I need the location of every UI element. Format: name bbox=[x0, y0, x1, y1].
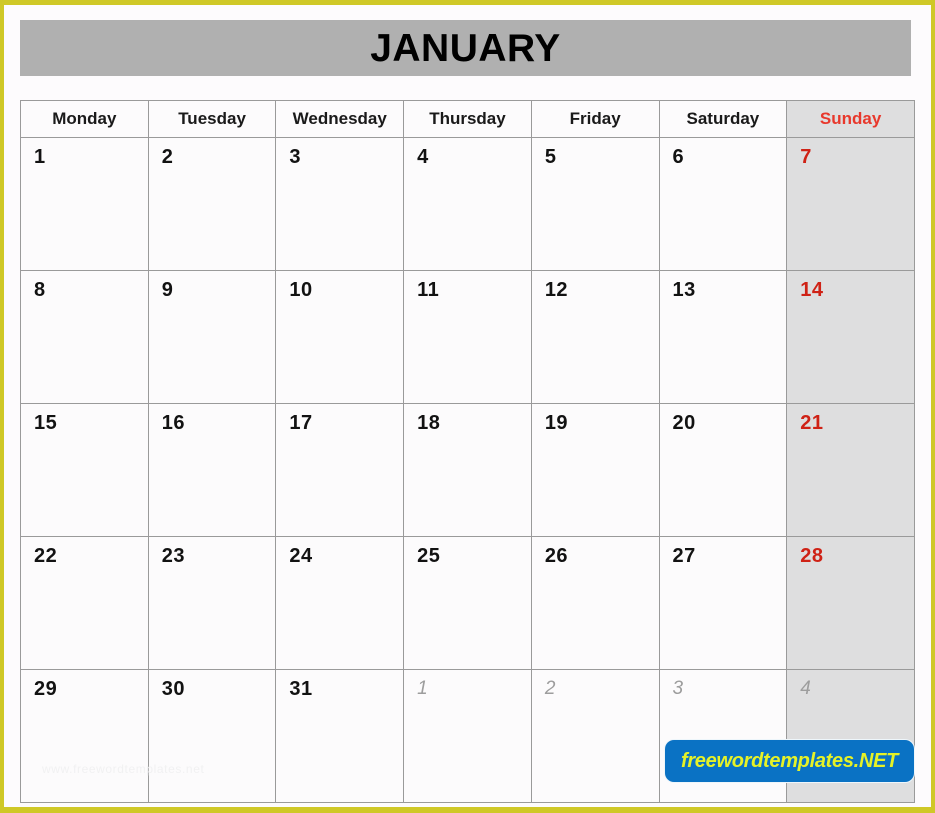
month-title-bar: JANUARY bbox=[20, 20, 911, 76]
calendar-day-cell[interactable]: 18 bbox=[403, 403, 532, 537]
calendar-day-cell[interactable]: 14 bbox=[786, 270, 915, 404]
day-number: 21 bbox=[800, 412, 824, 434]
day-number: 1 bbox=[34, 146, 46, 168]
day-number: 5 bbox=[544, 146, 557, 168]
day-number: 27 bbox=[672, 545, 696, 567]
calendar-day-cell[interactable]: 3 bbox=[658, 669, 788, 803]
calendar-day-cell[interactable]: 9 bbox=[147, 270, 277, 404]
calendar-day-cell[interactable]: 13 bbox=[658, 270, 788, 404]
day-number: 16 bbox=[161, 412, 185, 434]
calendar-day-cell[interactable]: 5 bbox=[530, 137, 660, 271]
day-number: 20 bbox=[672, 412, 696, 434]
calendar-day-cell[interactable]: 22 bbox=[20, 536, 149, 670]
calendar-day-cell[interactable]: 16 bbox=[147, 403, 277, 537]
day-number: 8 bbox=[34, 279, 46, 301]
day-number: 11 bbox=[417, 279, 440, 301]
day-number: 14 bbox=[800, 279, 824, 301]
calendar-table: Monday Tuesday Wednesday Thursday Friday Satu… bbox=[20, 100, 915, 803]
day-number: 29 bbox=[34, 678, 58, 700]
day-number: 23 bbox=[161, 545, 185, 567]
calendar-day-cell[interactable]: 19 bbox=[530, 403, 660, 537]
day-number: 1 bbox=[417, 678, 429, 699]
weekday-header-sunday: Sunday bbox=[786, 100, 915, 138]
calendar-day-cell[interactable]: 17 bbox=[275, 403, 405, 537]
logo-label: freewordtemplates.NET bbox=[680, 750, 899, 772]
calendar-page: JANUARY 2018 MondayTuesdayWednesdayThurs… bbox=[0, 0, 935, 813]
calendar-day-cell[interactable]: 31 bbox=[275, 669, 405, 803]
calendar-day-cell[interactable]: 26 bbox=[530, 536, 660, 670]
day-number: 13 bbox=[672, 279, 696, 301]
day-number: 26 bbox=[544, 545, 569, 567]
calendar-day-cell[interactable]: 29 bbox=[20, 669, 149, 803]
day-number: 31 bbox=[289, 678, 313, 700]
day-number: 15 bbox=[34, 412, 58, 434]
day-number: 10 bbox=[289, 279, 313, 301]
day-number: 28 bbox=[800, 545, 824, 567]
calendar-day-cell[interactable]: 4 bbox=[403, 137, 532, 271]
day-number: 19 bbox=[544, 412, 569, 434]
calendar-day-cell[interactable]: 21 bbox=[786, 403, 915, 537]
calendar-day-cell[interactable]: 6 bbox=[658, 137, 788, 271]
calendar-day-cell[interactable]: 2 bbox=[147, 137, 277, 271]
calendar-week-row: 8 9 10 11 12 13 14 bbox=[20, 270, 915, 404]
calendar-day-cell[interactable]: 8 bbox=[20, 270, 149, 404]
calendar-day-cell[interactable]: 24 bbox=[275, 536, 405, 670]
calendar-day-cell[interactable]: 1 bbox=[20, 137, 149, 271]
calendar-day-cell[interactable]: 3 bbox=[275, 137, 405, 271]
day-number: 30 bbox=[161, 678, 185, 700]
weekday-header-thursday: Thursday bbox=[403, 100, 532, 138]
day-number: 4 bbox=[417, 146, 429, 168]
calendar-day-cell[interactable]: 30 bbox=[147, 669, 277, 803]
weekday-header-row: Monday Tuesday Wednesday Thursday Friday Satu… bbox=[20, 100, 915, 138]
calendar-day-cell[interactable]: 27 bbox=[658, 536, 788, 670]
calendar-day-cell[interactable]: 25 bbox=[403, 536, 532, 670]
day-number: 3 bbox=[289, 146, 302, 168]
day-number: 17 bbox=[289, 412, 313, 434]
day-number: 9 bbox=[161, 279, 174, 301]
day-number: 22 bbox=[34, 545, 58, 567]
calendar-day-cell[interactable]: 12 bbox=[530, 270, 660, 404]
day-number: 24 bbox=[289, 545, 313, 567]
calendar-day-cell[interactable]: 10 bbox=[275, 270, 405, 404]
calendar-week-row: 22 23 24 25 26 27 28 bbox=[20, 536, 915, 670]
calendar-day-cell[interactable]: 2 bbox=[530, 669, 660, 803]
page-title: JANUARY bbox=[370, 26, 561, 70]
freewordtemplates-logo-badge[interactable]: freewordtemplates.NET bbox=[665, 740, 914, 782]
day-number: 6 bbox=[672, 146, 685, 168]
day-number: 3 bbox=[672, 678, 684, 699]
calendar-day-cell[interactable]: 4 bbox=[786, 669, 915, 803]
day-number: 7 bbox=[800, 146, 812, 168]
calendar-day-cell[interactable]: 1 bbox=[403, 669, 532, 803]
weekday-header-monday: Monday bbox=[20, 100, 149, 138]
calendar-day-cell[interactable]: 7 bbox=[786, 137, 915, 271]
calendar-day-cell[interactable]: 20 bbox=[658, 403, 788, 537]
weekday-header-wednesday: Wednesday bbox=[275, 100, 405, 138]
weekday-header-saturday: Saturday bbox=[658, 100, 788, 138]
weekday-header-tuesday: Tuesday bbox=[147, 100, 277, 138]
calendar-week-row: 29 30 31 1 2 3 4 bbox=[20, 669, 915, 803]
day-number: 2 bbox=[544, 678, 556, 699]
calendar-day-cell[interactable]: 28 bbox=[786, 536, 915, 670]
calendar-grid: Monday Tuesday Wednesday Thursday Friday Satu… bbox=[20, 100, 915, 803]
calendar-day-cell[interactable]: 23 bbox=[147, 536, 277, 670]
calendar-day-cell[interactable]: 11 bbox=[403, 270, 532, 404]
calendar-week-row: 1 2 3 4 5 6 7 bbox=[20, 137, 915, 271]
calendar-week-row: 15 16 17 18 19 20 21 bbox=[20, 403, 915, 537]
day-number: 2 bbox=[161, 146, 174, 168]
day-number: 4 bbox=[800, 678, 812, 699]
weekday-header-friday: Friday bbox=[530, 100, 660, 138]
day-number: 18 bbox=[417, 412, 441, 434]
day-number: 25 bbox=[417, 545, 441, 567]
calendar-body: 1 2 3 4 5 6 7 8 9 10 11 12 13 14 15 16 17 18 19 20 21 22 23 24 2… bbox=[20, 137, 915, 803]
calendar-day-cell[interactable]: 15 bbox=[20, 403, 149, 537]
day-number: 12 bbox=[544, 279, 569, 301]
